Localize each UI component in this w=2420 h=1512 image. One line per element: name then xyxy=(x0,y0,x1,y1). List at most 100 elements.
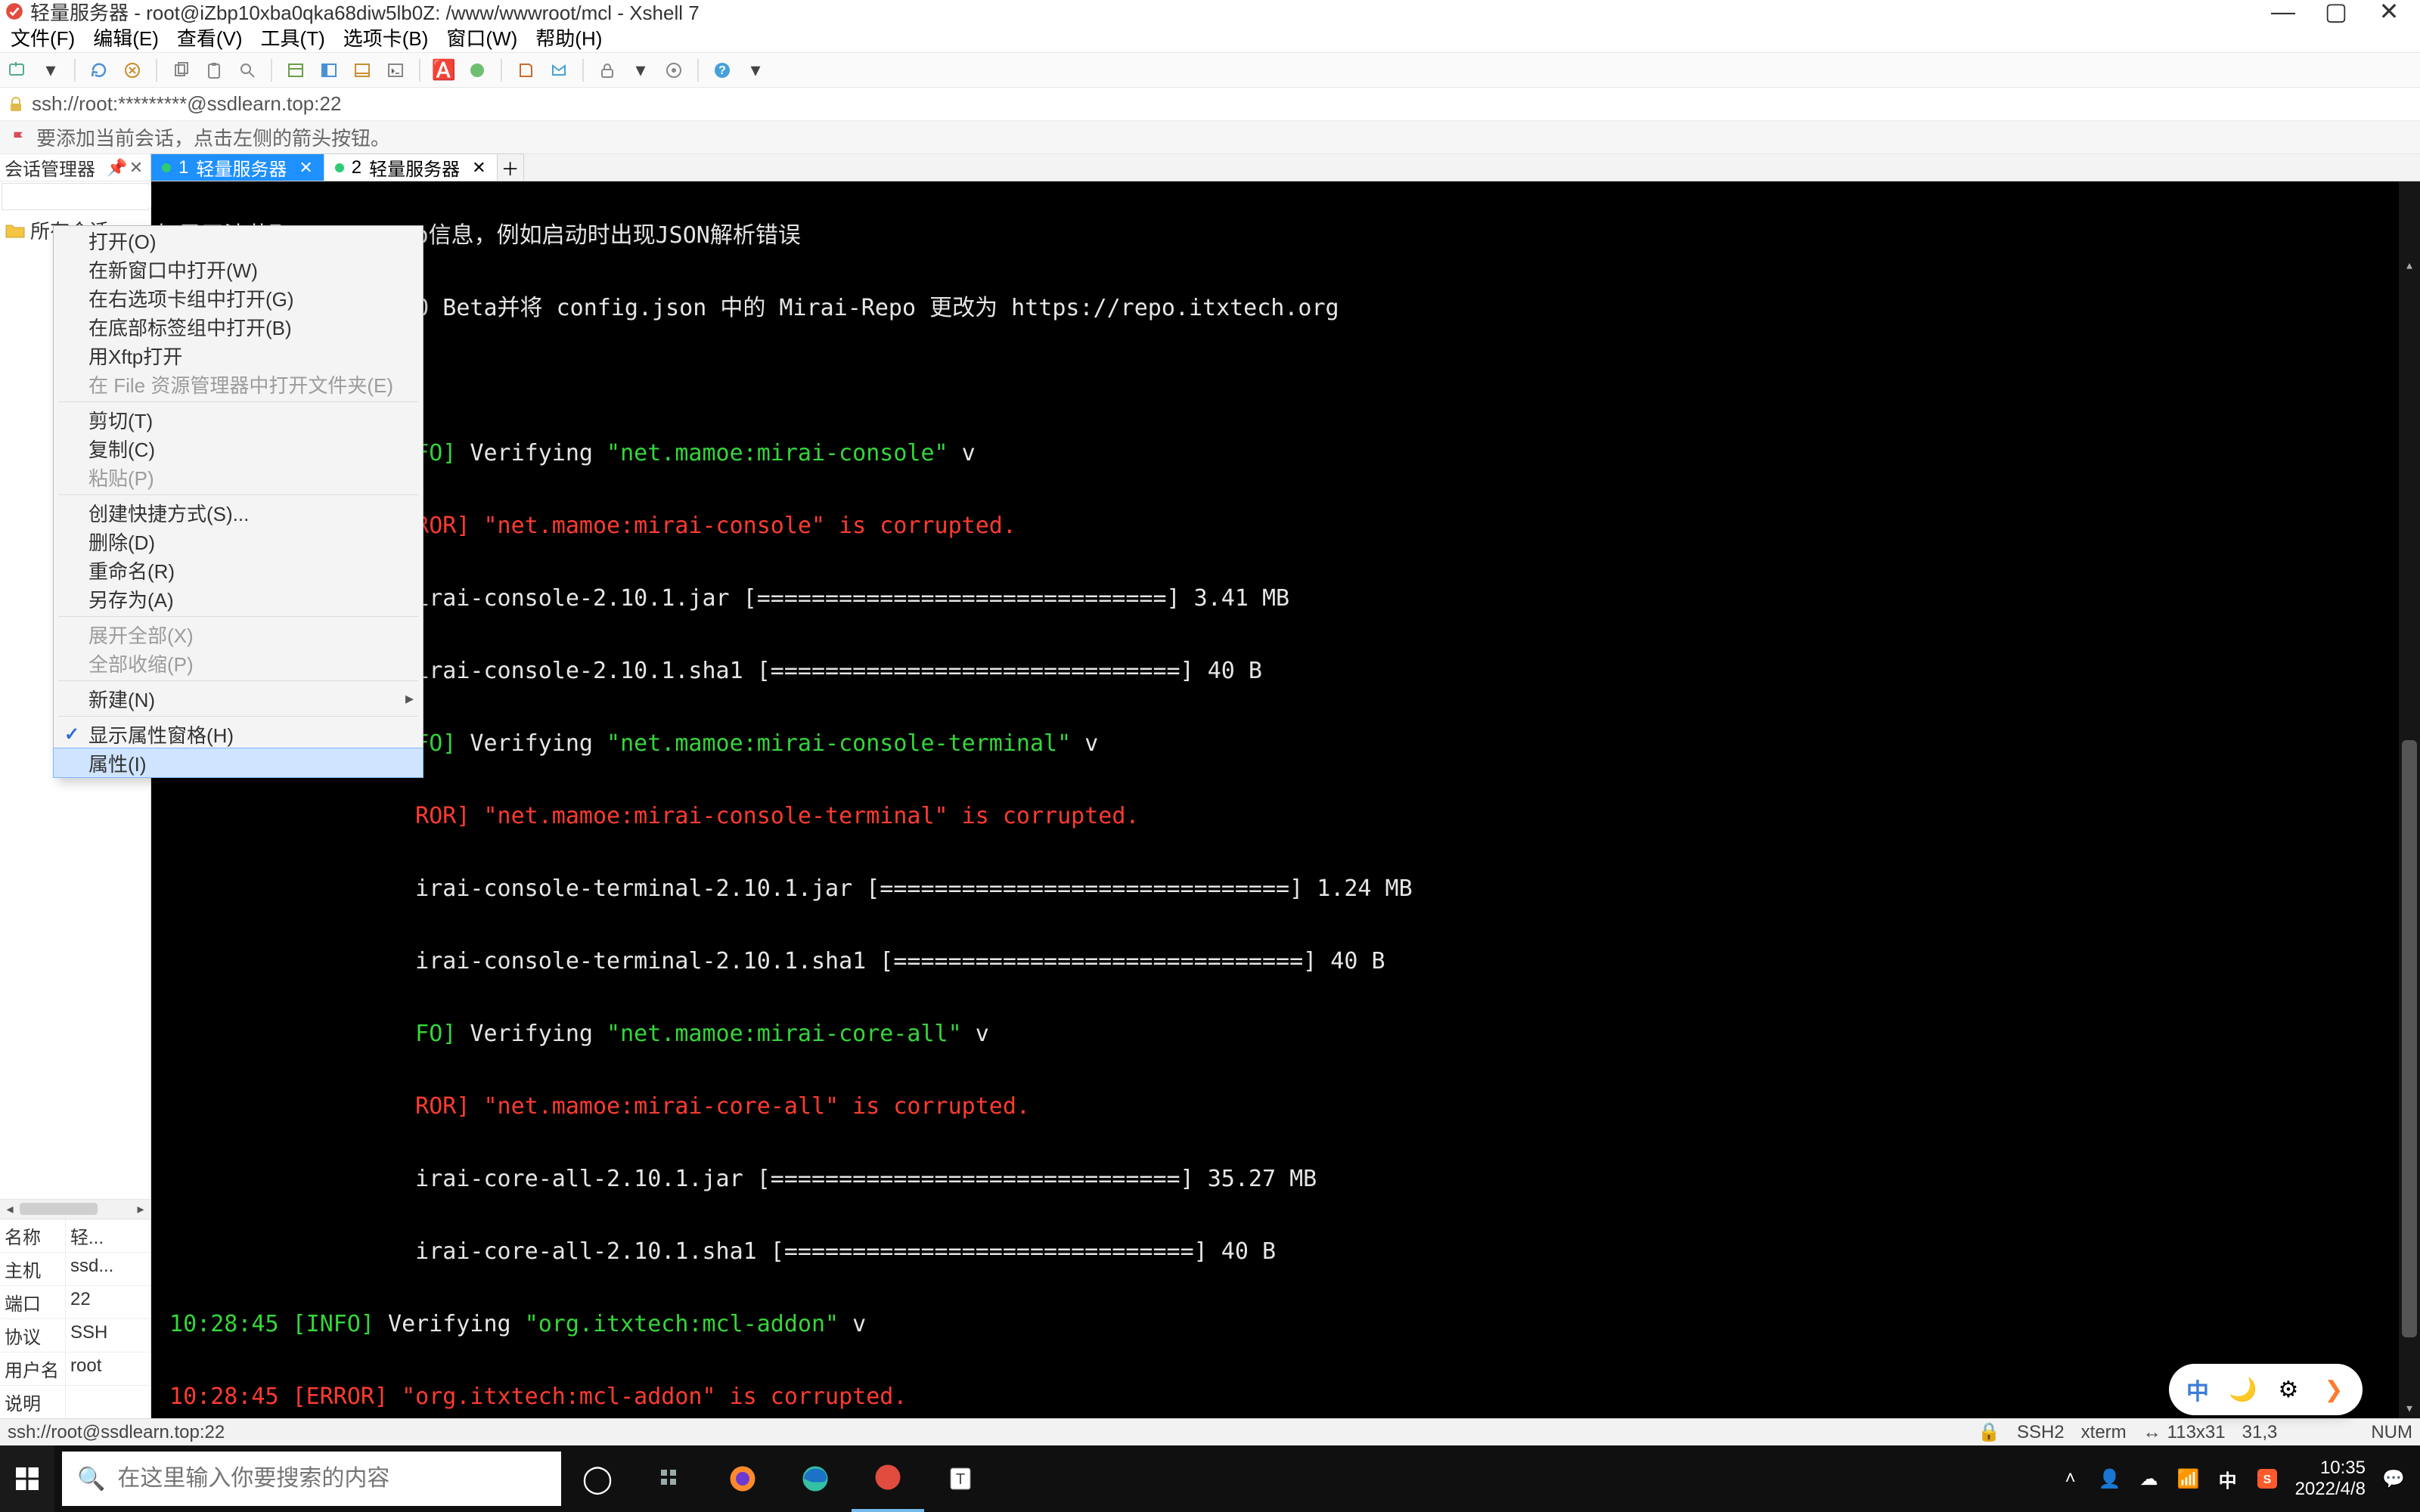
taskbar-search[interactable]: 🔍 xyxy=(62,1452,561,1506)
toolbar: ▾ 🅰️ ▾ ? ▾ xyxy=(0,53,2420,88)
ctx-cut[interactable]: 剪切(T) xyxy=(54,405,423,434)
ctx-delete[interactable]: 删除(D) xyxy=(54,527,423,556)
tray-onedrive-icon[interactable]: ☁ xyxy=(2138,1467,2161,1490)
session-tabs: 1 轻量服务器 ✕ 2 轻量服务器 ✕ ＋ xyxy=(151,154,2420,181)
terminal-vscrollbar[interactable]: ▴ ▾ xyxy=(2399,181,2420,1418)
ctx-paste: 粘贴(P) xyxy=(54,463,423,491)
ctx-open-xftp[interactable]: 用Xftp打开 xyxy=(54,341,423,370)
window-close-button[interactable]: ✕ xyxy=(2363,0,2415,23)
tab-session-2[interactable]: 2 轻量服务器 ✕ xyxy=(324,153,498,181)
scroll-left[interactable]: ◂ xyxy=(0,1200,20,1219)
window-titlebar: 轻量服务器 - root@iZbp10xba0qka68diw5lb0Z: /w… xyxy=(0,0,2420,23)
ctx-save-as[interactable]: 另存为(A) xyxy=(54,584,423,613)
prop-proto-val: SSH xyxy=(65,1319,150,1352)
panel-close-button[interactable]: ✕ xyxy=(126,158,146,178)
tray-people-icon[interactable]: 👤 xyxy=(2099,1467,2121,1490)
tool-help[interactable]: ? xyxy=(709,57,735,83)
ctx-copy[interactable]: 复制(C) xyxy=(54,434,423,463)
ime-lang-icon[interactable]: 中 xyxy=(2184,1376,2211,1403)
tool-quick-command[interactable] xyxy=(383,57,408,83)
tool-find[interactable] xyxy=(234,57,260,83)
tool-options[interactable] xyxy=(661,57,687,83)
tool-sessions-panel[interactable] xyxy=(283,57,309,83)
address-text[interactable]: ssh://root:*********@ssdlearn.top:22 xyxy=(32,92,2412,116)
tip-bar: 要添加当前会话，点击左侧的箭头按钮。 xyxy=(0,121,2420,154)
ctx-open-bottom-group[interactable]: 在底部标签组中打开(B) xyxy=(54,312,423,341)
session-tree[interactable]: 所有会话 打开(O) 在新窗口中打开(W) 在右选项卡组中打开(G) 在底部标签… xyxy=(0,212,150,1199)
ime-moon-icon[interactable]: 🌙 xyxy=(2229,1376,2257,1403)
tray-chevron-up-icon[interactable]: ˄ xyxy=(2059,1467,2082,1490)
ctx-properties[interactable]: 属性(I) xyxy=(54,748,423,777)
tool-tunneling[interactable] xyxy=(316,57,342,83)
tool-paste[interactable] xyxy=(201,57,227,83)
menu-window[interactable]: 窗口(W) xyxy=(442,20,522,54)
panel-pin-button[interactable]: 📌 xyxy=(107,158,126,178)
tool-new-session[interactable] xyxy=(5,57,30,83)
firefox-icon[interactable] xyxy=(706,1445,779,1512)
terminal[interactable]: 如果无法获取Mirai-Repo信息，例如启动时出现JSON解析错误 0 Bet… xyxy=(151,181,2420,1418)
prop-user-val: root xyxy=(65,1352,150,1385)
session-manager-panel: 会话管理器 📌 ✕ 🔍 所有会话 打开(O) 在新窗口中打开(W) 在右选项卡组… xyxy=(0,154,151,1418)
scroll-down[interactable]: ▾ xyxy=(2399,1397,2420,1418)
tray-sogou-icon[interactable]: S xyxy=(2256,1467,2279,1490)
tool-font-color[interactable]: 🅰️ xyxy=(431,57,457,83)
scroll-thumb[interactable] xyxy=(20,1203,98,1215)
session-search-box[interactable]: 🔍 xyxy=(2,183,149,210)
tool-compose[interactable] xyxy=(349,57,375,83)
tab-1-close[interactable]: ✕ xyxy=(299,158,312,178)
tool-reconnect[interactable] xyxy=(86,57,112,83)
scroll-right[interactable]: ▸ xyxy=(131,1200,150,1219)
status-lock-icon: 🔒 xyxy=(1978,1421,2000,1443)
ctx-open-right-group[interactable]: 在右选项卡组中打开(G) xyxy=(54,284,423,312)
menu-tools[interactable]: 工具(T) xyxy=(256,20,330,54)
tool-open[interactable]: ▾ xyxy=(38,57,64,83)
status-caps: NUM xyxy=(2371,1422,2412,1443)
start-button[interactable] xyxy=(0,1445,54,1512)
edge-icon[interactable] xyxy=(779,1445,852,1512)
menu-edit[interactable]: 编辑(E) xyxy=(88,20,163,54)
prop-host-key: 主机 xyxy=(0,1253,65,1285)
ctx-open-new-window[interactable]: 在新窗口中打开(W) xyxy=(54,255,423,284)
tool-key[interactable]: ▾ xyxy=(628,57,653,83)
tool-lock[interactable] xyxy=(594,57,620,83)
menu-help[interactable]: 帮助(H) xyxy=(531,20,607,54)
connected-indicator-icon xyxy=(335,163,344,172)
tab-2-close[interactable]: ✕ xyxy=(472,158,486,178)
tree-hscrollbar[interactable]: ◂ ▸ xyxy=(0,1199,150,1219)
tray-notifications-icon[interactable]: 💬 xyxy=(2382,1467,2405,1490)
ctx-open[interactable]: 打开(O) xyxy=(54,226,423,255)
ctx-new[interactable]: 新建(N) xyxy=(54,684,423,713)
tool-xftp[interactable] xyxy=(546,57,572,83)
tool-theme[interactable] xyxy=(464,57,490,83)
taskbar-search-input[interactable] xyxy=(117,1466,546,1492)
tray-ime-cn-icon[interactable]: 中 xyxy=(2217,1467,2239,1490)
toolbar-separator xyxy=(74,59,76,82)
menu-tabs[interactable]: 选项卡(B) xyxy=(339,20,433,54)
tray-wifi-icon[interactable]: 📶 xyxy=(2177,1467,2200,1490)
ctx-shortcut[interactable]: 创建快捷方式(S)... xyxy=(54,498,423,527)
ctx-show-prop-pane[interactable]: 显示属性窗格(H) xyxy=(54,720,423,748)
tool-copy[interactable] xyxy=(168,57,194,83)
task-view-icon[interactable]: ◯ xyxy=(561,1445,634,1512)
svg-text:T: T xyxy=(956,1471,965,1488)
ime-floating-bar[interactable]: 中 🌙 ⚙ ❯ xyxy=(2169,1364,2363,1415)
ctx-sep xyxy=(58,716,418,717)
ime-settings-icon[interactable]: ⚙ xyxy=(2275,1376,2302,1403)
ctx-sep xyxy=(58,401,418,402)
menu-view[interactable]: 查看(V) xyxy=(172,20,247,54)
window-minimize-button[interactable]: — xyxy=(2257,0,2310,23)
xshell-taskbar-icon[interactable] xyxy=(852,1445,924,1512)
menu-file[interactable]: 文件(F) xyxy=(6,20,79,54)
tab-add[interactable]: ＋ xyxy=(497,153,524,181)
window-maximize-button[interactable]: ▢ xyxy=(2310,0,2363,23)
ctx-rename[interactable]: 重命名(R) xyxy=(54,556,423,584)
tool-disconnect[interactable] xyxy=(119,57,145,83)
tool-help-dropdown[interactable]: ▾ xyxy=(743,57,768,83)
tool-script[interactable] xyxy=(513,57,538,83)
typora-icon[interactable]: T xyxy=(924,1445,997,1512)
tab-session-1[interactable]: 1 轻量服务器 ✕ xyxy=(150,153,324,181)
scroll-thumb[interactable] xyxy=(2402,740,2417,1337)
cortana-icon[interactable] xyxy=(634,1445,706,1512)
tray-clock[interactable]: 10:35 2022/4/8 xyxy=(2295,1458,2366,1500)
ime-expand-icon[interactable]: ❯ xyxy=(2320,1376,2347,1403)
